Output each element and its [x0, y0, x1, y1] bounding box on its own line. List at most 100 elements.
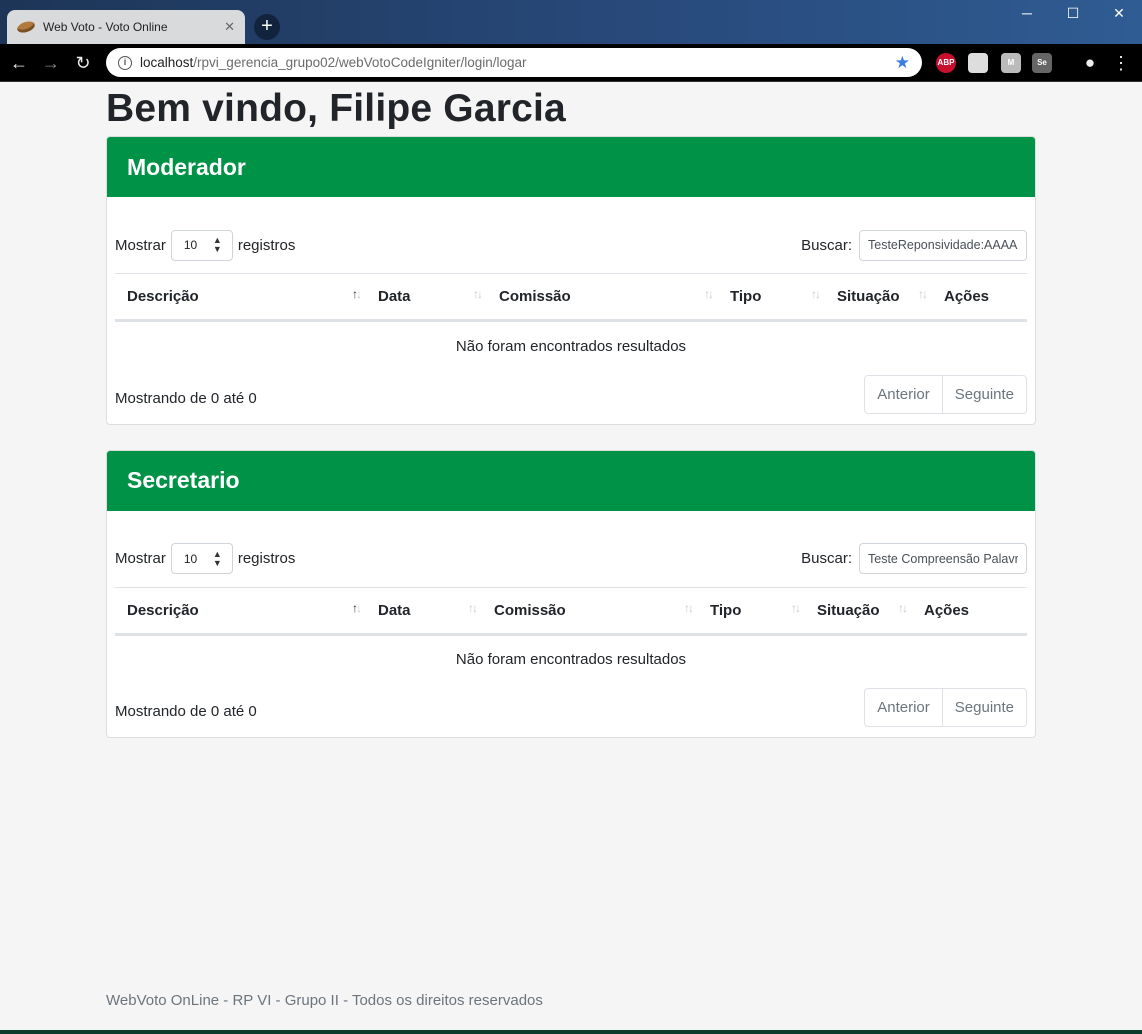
length-prefix: Mostrar [115, 236, 166, 254]
m-extension-icon[interactable]: M [1001, 53, 1021, 73]
previous-page-button[interactable]: Anterior [865, 689, 942, 726]
select-caret-icon: ▲ ▼ [212, 235, 222, 254]
page-footer: WebVoto OnLine - RP VI - Grupo II - Todo… [106, 992, 543, 1009]
table-header-row: Descrição ↑↓ Data ↑↓ Comissão ↑↓ Tipo ↑↓ Sit… [115, 273, 1027, 322]
moderador-panel: Moderador Mostrar 10 ▲ ▼ registros Buscar… [106, 136, 1036, 425]
back-arrow-icon[interactable]: ← [6, 50, 32, 76]
browser-titlebar: Web Voto - Voto Online ✕ + ─ ☐ ✕ [0, 0, 1142, 44]
table-controls: Mostrar 10 ▲ ▼ registros Buscar: [115, 543, 1027, 575]
sort-icon: ↑↓ [791, 600, 801, 615]
secretario-table: Descrição ↑↓ Data ↑↓ Comissão ↑↓ Tipo ↑↓ Sit… [115, 586, 1027, 685]
table-row: Não foram encontrados resultados [115, 634, 1027, 684]
browser-tab[interactable]: Web Voto - Voto Online ✕ [7, 10, 245, 44]
table-controls: Mostrar 10 ▲ ▼ registros Buscar: [115, 229, 1027, 261]
search-label: Buscar: [801, 550, 852, 567]
sort-icon: ↑↓ [352, 600, 362, 615]
column-label: Data [378, 288, 411, 305]
page-length-select[interactable]: 10 ▲ ▼ [170, 543, 233, 574]
selenium-extension-icon[interactable]: Se [1032, 53, 1052, 73]
column-label: Situação [837, 288, 900, 305]
welcome-heading: Bem vindo, Filipe Garcia [106, 87, 566, 130]
url-text: localhost/rpvi_gerencia_grupo02/webVotoC… [140, 55, 895, 70]
panel-body: Mostrar 10 ▲▼ registros Buscar: Descriçã… [107, 511, 1035, 738]
previous-page-button[interactable]: Anterior [865, 376, 942, 413]
search-input[interactable] [859, 229, 1027, 261]
column-header-data[interactable]: Data ↑↓ [366, 273, 487, 322]
column-label: Ações [944, 288, 990, 305]
page-length-value: 10 [183, 238, 198, 252]
select-caret-icon: ▲ ▼ [212, 548, 222, 568]
page-content: Bem vindo, Filipe Garcia Moderador Mostr… [106, 82, 1036, 738]
page-length-control: Mostrar 10 ▲ ▼ registros [115, 543, 295, 574]
site-info-icon[interactable]: i [118, 55, 132, 70]
browser-menu-icon[interactable]: ⋮ [1108, 50, 1134, 76]
page-length-select[interactable]: 10 ▲ ▼ [170, 229, 233, 261]
empty-message: Não foram encontrados resultados [455, 651, 687, 669]
column-header-data[interactable]: Data ↑↓ [366, 586, 482, 636]
sort-icon: ↑↓ [473, 287, 483, 301]
hat-favicon-icon [15, 19, 37, 35]
adblock-extension-icon[interactable]: ABP [936, 53, 956, 73]
column-label: Comissão [494, 601, 566, 619]
reload-icon[interactable]: ↻ [70, 50, 96, 76]
table-search: Buscar: [801, 543, 1027, 574]
panel-title: Secretario [127, 467, 240, 493]
column-label: Tipo [730, 288, 762, 305]
table-info: Mostrando de 0 até 0 [115, 389, 257, 407]
table-row: Não foram encontrados resultados [115, 321, 1027, 371]
column-header-tipo[interactable]: Tipo ↑↓ [718, 273, 825, 322]
address-bar[interactable]: i localhost/rpvi_gerencia_grupo02/webVot… [106, 48, 922, 77]
column-header-descricao[interactable]: Descrição ↑↓ [115, 273, 366, 322]
panel-title: Moderador [127, 153, 246, 180]
table-footer: Mostrando de 0 até 0 Anterior Seguinte [115, 688, 1027, 727]
sort-icon: ↑↓ [684, 600, 694, 615]
bookmark-star-icon[interactable]: ★ [895, 53, 910, 73]
sort-icon: ↑↓ [898, 600, 908, 615]
panel-body: Mostrar 10 ▲▼ registros Buscar: Descriçã… [107, 197, 1035, 424]
column-header-comissao[interactable]: Comissão ↑↓ [487, 273, 718, 322]
column-header-acoes: Ações [932, 273, 1027, 322]
table-footer: Mostrando de 0 até 0 Anterior Seguinte [115, 374, 1027, 414]
tab-title: Web Voto - Voto Online [43, 20, 168, 34]
search-input[interactable] [859, 543, 1027, 574]
length-suffix: registros [237, 236, 296, 254]
panel-header: Secretario [107, 450, 1035, 511]
profile-avatar-icon[interactable]: ● [1077, 50, 1103, 76]
page-length-control: Mostrar 10 ▲ ▼ registros [115, 229, 296, 261]
column-label: Data [378, 601, 411, 619]
new-tab-button[interactable]: + [254, 14, 280, 40]
table-search: Buscar: [801, 229, 1027, 261]
sort-icon: ↑↓ [468, 600, 478, 615]
column-header-acoes: Ações [912, 586, 1027, 636]
moderador-table: Descrição ↑↓ Data ↑↓ Comissão ↑↓ Tipo ↑↓ Sit… [115, 273, 1027, 371]
forward-arrow-icon[interactable]: → [38, 50, 64, 76]
column-header-comissao[interactable]: Comissão ↑↓ [482, 586, 698, 636]
column-header-tipo[interactable]: Tipo ↑↓ [698, 586, 805, 636]
url-path: /rpvi_gerencia_grupo02/webVotoCodeIgnite… [193, 55, 527, 70]
sort-icon: ↑↓ [704, 287, 714, 301]
length-prefix: Mostrar [115, 550, 166, 567]
close-window-button[interactable]: ✕ [1096, 2, 1142, 24]
pagination: Anterior Seguinte [864, 374, 1027, 414]
browser-toolbar: ← → ↻ i localhost/rpvi_gerencia_grupo02/… [0, 44, 1142, 82]
tab-close-icon[interactable]: ✕ [224, 19, 235, 35]
secretario-panel: Secretario Mostrar 10 ▲ ▼ registros Busca… [106, 449, 1036, 738]
length-suffix: registros [237, 550, 296, 567]
next-page-button[interactable]: Seguinte [941, 689, 1026, 726]
maximize-button[interactable]: ☐ [1050, 2, 1096, 24]
column-label: Descrição [127, 601, 199, 619]
table-header-row: Descrição ↑↓ Data ↑↓ Comissão ↑↓ Tipo ↑↓ Sit… [115, 586, 1027, 636]
column-label: Ações [924, 601, 970, 619]
url-host: localhost [140, 55, 194, 70]
page-length-value: 10 [183, 551, 198, 566]
table-info: Mostrando de 0 até 0 [115, 703, 257, 720]
column-label: Comissão [499, 288, 571, 305]
column-header-descricao[interactable]: Descrição ↑↓ [115, 586, 366, 636]
panel-header: Moderador [107, 137, 1035, 197]
pagination: Anterior Seguinte [864, 688, 1027, 727]
cube-extension-icon[interactable] [968, 53, 988, 73]
column-header-situacao[interactable]: Situação ↑↓ [805, 586, 912, 636]
next-page-button[interactable]: Seguinte [941, 375, 1026, 413]
column-header-situacao[interactable]: Situação ↑↓ [825, 273, 932, 322]
minimize-button[interactable]: ─ [1004, 2, 1050, 24]
